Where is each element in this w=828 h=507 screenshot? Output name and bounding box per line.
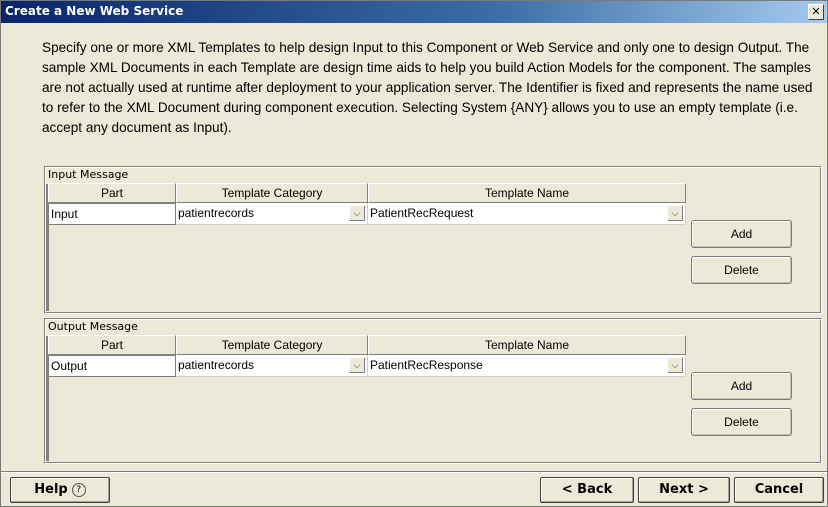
back-button[interactable]: < Back [540, 477, 634, 503]
footer-separator [1, 471, 827, 473]
cancel-button[interactable]: Cancel [734, 477, 824, 503]
input-part-cell[interactable]: Input [48, 203, 176, 225]
output-template-name-value: PatientRecResponse [370, 358, 483, 372]
instructions-text: Specify one or more XML Templates to hel… [42, 40, 813, 135]
close-icon[interactable]: ✕ [808, 4, 824, 20]
input-message-label: Input Message [48, 168, 129, 181]
next-button[interactable]: Next > [638, 477, 730, 503]
window-title: Create a New Web Service [5, 4, 184, 18]
help-icon: ? [71, 483, 86, 497]
input-delete-button[interactable]: Delete [691, 256, 792, 284]
help-label: Help [34, 482, 68, 497]
column-header-part[interactable]: Part [48, 335, 176, 355]
chevron-down-icon[interactable]: ⌵ [667, 357, 683, 373]
column-header-part[interactable]: Part [48, 183, 176, 203]
input-template-category-select[interactable]: patientrecords ⌵ [176, 203, 368, 225]
output-part-cell[interactable]: Output [48, 355, 176, 377]
output-template-category-select[interactable]: patientrecords ⌵ [176, 355, 368, 377]
chevron-down-icon[interactable]: ⌵ [349, 205, 365, 221]
input-message-panel: Input Message Part Template Category Tem… [44, 166, 822, 314]
help-button[interactable]: Help? [10, 477, 110, 503]
input-add-button[interactable]: Add [691, 220, 792, 248]
column-header-template-category[interactable]: Template Category [176, 183, 368, 203]
output-template-name-select[interactable]: PatientRecResponse ⌵ [368, 355, 686, 377]
input-template-name-value: PatientRecRequest [370, 206, 474, 220]
column-header-template-category[interactable]: Template Category [176, 335, 368, 355]
output-template-category-value: patientrecords [178, 358, 255, 372]
output-delete-button[interactable]: Delete [691, 408, 792, 436]
input-template-category-value: patientrecords [178, 206, 255, 220]
output-add-button[interactable]: Add [691, 372, 792, 400]
input-template-name-select[interactable]: PatientRecRequest ⌵ [368, 203, 686, 225]
column-header-template-name[interactable]: Template Name [368, 183, 686, 203]
chevron-down-icon[interactable]: ⌵ [349, 357, 365, 373]
column-header-template-name[interactable]: Template Name [368, 335, 686, 355]
chevron-down-icon[interactable]: ⌵ [667, 205, 683, 221]
title-bar: Create a New Web Service ✕ [1, 1, 827, 23]
dialog-window: Create a New Web Service ✕ Specify one o… [0, 0, 828, 507]
output-message-label: Output Message [48, 320, 138, 333]
output-message-panel: Output Message Part Template Category Te… [44, 318, 822, 464]
